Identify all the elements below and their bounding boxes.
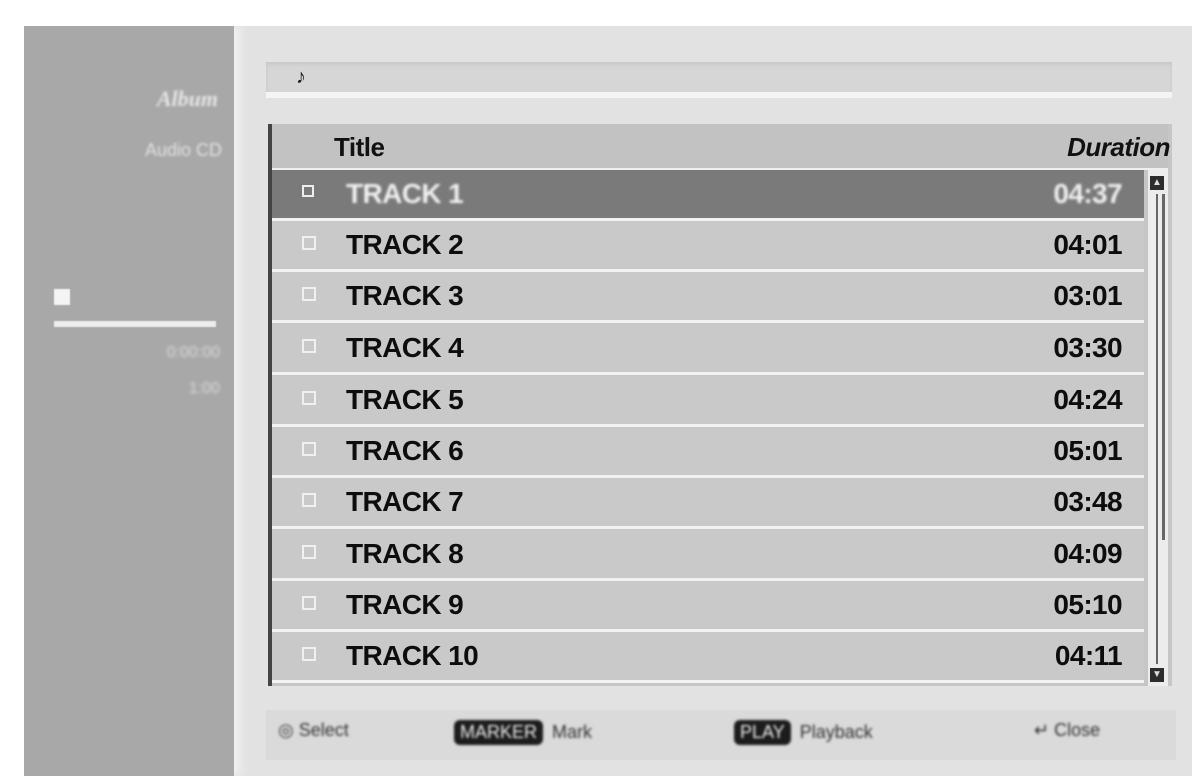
panel-info-count: 1:00 <box>188 380 220 397</box>
track-title: TRACK 3 <box>346 280 464 311</box>
marker-key: MARKER <box>454 720 544 745</box>
track-title: TRACK 6 <box>346 435 464 466</box>
panel-subtitle: Audio CD <box>144 140 222 160</box>
track-row[interactable]: TRACK 9 05:10 <box>272 581 1144 632</box>
control-hint-bar: ◎ Select MARKER Mark PLAY Playback ↵ Clo… <box>266 710 1176 760</box>
track-row[interactable]: TRACK 8 04:09 <box>272 530 1144 581</box>
track-title: TRACK 10 <box>346 640 479 671</box>
path-bar: ♪ <box>266 62 1172 98</box>
list-header: Title Duration <box>272 124 1170 170</box>
track-title: TRACK 2 <box>346 229 464 260</box>
track-title: TRACK 1 <box>346 178 464 209</box>
track-row[interactable]: TRACK 4 03:30 <box>272 324 1144 375</box>
track-checkbox[interactable] <box>302 236 316 250</box>
track-duration: 03:30 <box>1053 332 1122 363</box>
track-duration: 05:01 <box>1053 435 1122 466</box>
close-label: Close <box>1054 720 1101 740</box>
track-duration: 03:48 <box>1053 486 1122 517</box>
music-note-icon: ♪ <box>296 66 306 88</box>
track-title: TRACK 4 <box>346 332 464 363</box>
track-title: TRACK 5 <box>346 384 464 415</box>
select-hint: ◎ Select <box>278 720 349 741</box>
column-header-title: Title <box>334 132 385 162</box>
track-row[interactable]: TRACK 7 03:48 <box>272 478 1144 529</box>
progress-divider <box>54 321 216 327</box>
track-duration: 04:11 <box>1054 640 1123 671</box>
list-scrollbar[interactable]: ▲ ▼ <box>1148 170 1168 686</box>
audio-cd-menu-screen: Album Audio CD 0:00:00 1:00 ♪ Title Dura… <box>24 26 1192 776</box>
scroll-down-arrow-icon[interactable]: ▼ <box>1150 668 1164 682</box>
track-duration: 04:24 <box>1053 384 1122 415</box>
return-arrow-icon: ↵ <box>1034 720 1050 740</box>
play-key: PLAY <box>734 720 791 745</box>
mark-label: Mark <box>552 722 593 742</box>
track-checkbox[interactable] <box>302 596 316 610</box>
track-duration: 04:37 <box>1053 178 1122 209</box>
close-hint: ↵ Close <box>1034 720 1100 741</box>
track-row[interactable]: TRACK 2 04:01 <box>272 221 1144 272</box>
info-panel: Album Audio CD 0:00:00 1:00 <box>24 26 234 776</box>
playback-label: Playback <box>799 722 873 742</box>
column-header-duration: Duration <box>1067 132 1170 162</box>
track-duration: 03:01 <box>1053 280 1122 311</box>
track-checkbox[interactable] <box>302 442 316 456</box>
track-list[interactable]: Title Duration TRACK 1 04:37 TRACK 2 04:… <box>268 124 1172 686</box>
track-duration: 04:01 <box>1053 229 1122 260</box>
track-checkbox[interactable] <box>302 647 316 661</box>
scroll-up-arrow-icon[interactable]: ▲ <box>1150 176 1164 190</box>
track-title: TRACK 7 <box>346 486 464 517</box>
track-checkbox[interactable] <box>302 339 316 353</box>
scroll-thumb[interactable] <box>1154 194 1165 540</box>
playback-hint: PLAY Playback <box>734 720 873 745</box>
track-row[interactable]: TRACK 10 04:11 <box>272 632 1144 683</box>
track-duration: 04:09 <box>1053 538 1122 569</box>
track-row[interactable]: TRACK 3 03:01 <box>272 272 1144 323</box>
track-duration: 05:10 <box>1053 589 1122 620</box>
track-checkbox[interactable] <box>302 545 316 559</box>
track-title: TRACK 9 <box>346 589 464 620</box>
panel-title: Album <box>156 86 218 111</box>
disc-indicator-icon <box>54 289 70 305</box>
mark-hint: MARKER Mark <box>454 720 592 745</box>
select-dial-icon: ◎ <box>278 720 294 740</box>
track-checkbox[interactable] <box>302 287 316 301</box>
track-row[interactable]: TRACK 5 04:24 <box>272 376 1144 427</box>
track-checkbox[interactable] <box>302 493 316 507</box>
track-checkbox[interactable] <box>302 185 314 197</box>
panel-info-time: 0:00:00 <box>166 344 220 361</box>
track-checkbox[interactable] <box>302 391 316 405</box>
track-row[interactable]: TRACK 6 05:01 <box>272 427 1144 478</box>
select-label: Select <box>298 720 349 740</box>
track-row[interactable]: TRACK 1 04:37 <box>272 170 1144 221</box>
track-title: TRACK 8 <box>346 538 464 569</box>
